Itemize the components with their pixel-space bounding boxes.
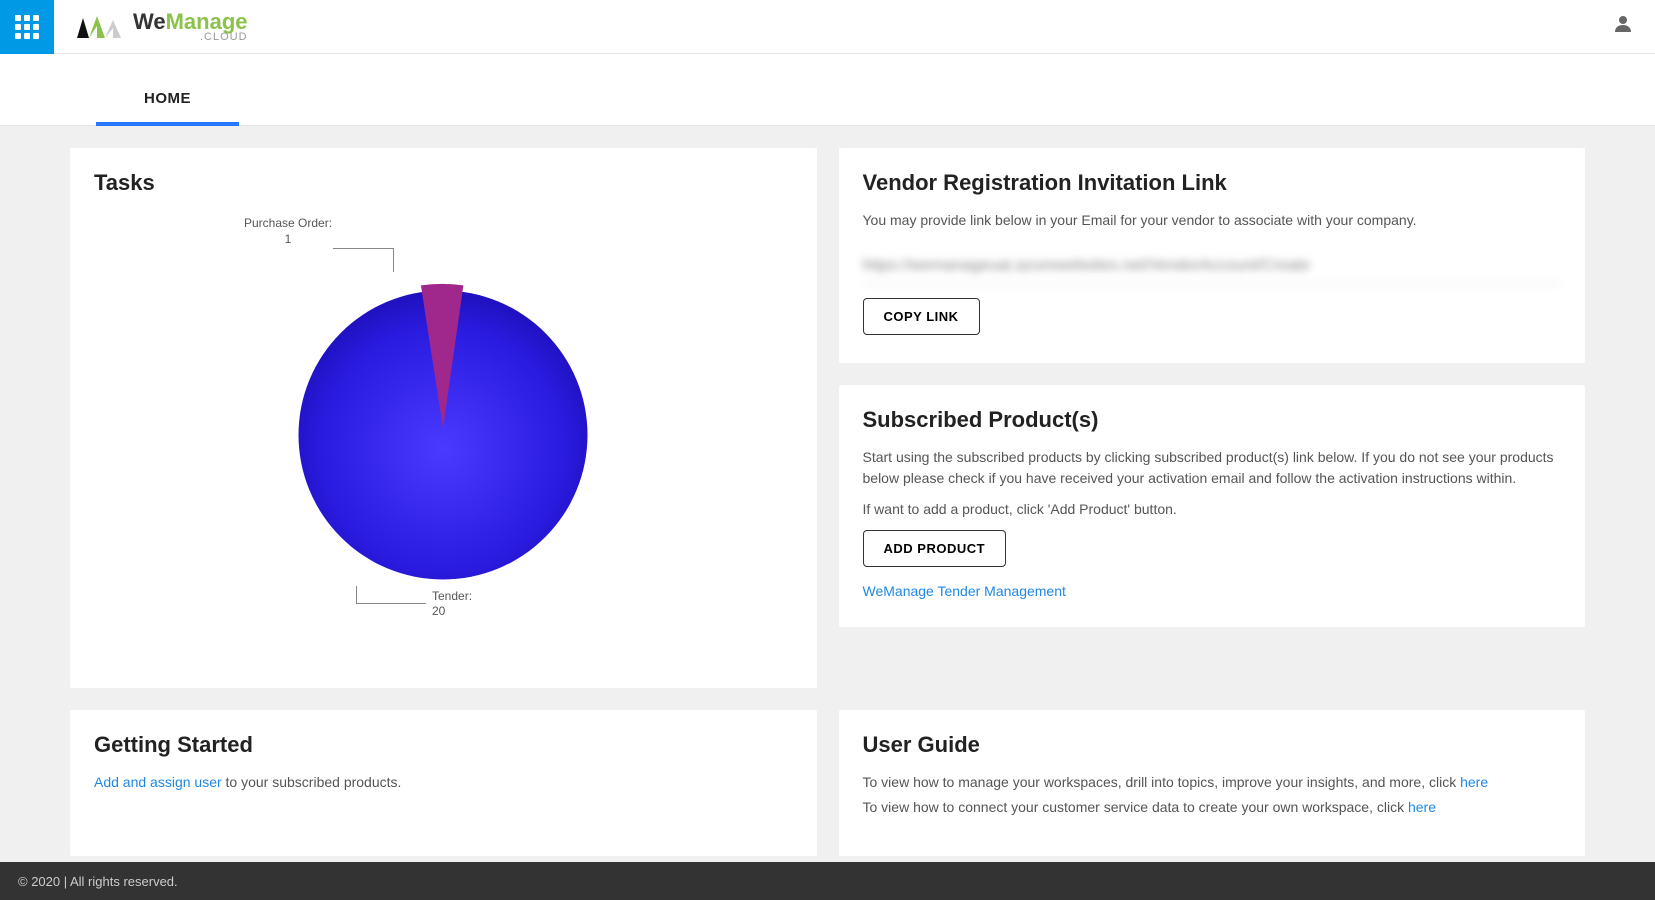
user-guide-line2-text: To view how to connect your customer ser… [863, 799, 1408, 815]
brand-text-we: We [133, 9, 166, 34]
vendor-registration-card: Vendor Registration Invitation Link You … [839, 148, 1586, 363]
copy-link-button[interactable]: COPY LINK [863, 298, 980, 335]
tab-home[interactable]: HOME [96, 90, 239, 125]
user-guide-card: User Guide To view how to manage your wo… [839, 710, 1586, 856]
footer-text: © 2020 | All rights reserved. [18, 874, 178, 889]
pie-callout-line [356, 603, 426, 604]
pie-label-tender: Tender: 20 [432, 589, 472, 620]
tasks-card: Tasks Purchase Order: 1 [70, 148, 817, 688]
vendor-link-field[interactable]: https://wemanageuat.azurewebsites.net/Ve… [863, 249, 1562, 284]
subscribed-title: Subscribed Product(s) [863, 407, 1562, 433]
top-header: WeManage .CLOUD [0, 0, 1655, 54]
tasks-title: Tasks [94, 170, 793, 196]
getting-started-rest: to your subscribed products. [222, 774, 402, 790]
pie-callout-line [333, 248, 393, 249]
footer: © 2020 | All rights reserved. [0, 862, 1655, 900]
apps-launcher-button[interactable] [0, 0, 54, 54]
user-guide-link1[interactable]: here [1460, 774, 1488, 790]
brand-logo-text: WeManage .CLOUD [133, 11, 248, 43]
tasks-pie-chart: Purchase Order: 1 [94, 210, 793, 660]
vendor-title: Vendor Registration Invitation Link [863, 170, 1562, 196]
getting-started-text: Add and assign user to your subscribed p… [94, 772, 793, 793]
brand-logo[interactable]: WeManage .CLOUD [69, 10, 248, 44]
pie-label-purchase-order: Purchase Order: 1 [244, 216, 332, 247]
user-guide-link2[interactable]: here [1408, 799, 1436, 815]
subscribed-products-card: Subscribed Product(s) Start using the su… [839, 385, 1586, 627]
vendor-desc: You may provide link below in your Email… [863, 210, 1562, 231]
user-guide-line1-text: To view how to manage your workspaces, d… [863, 774, 1461, 790]
pie-svg [273, 265, 613, 605]
main-content: Tasks Purchase Order: 1 [0, 126, 1655, 896]
brand-logo-icon [69, 10, 129, 44]
user-icon [1611, 12, 1635, 36]
getting-started-title: Getting Started [94, 732, 793, 758]
user-guide-title: User Guide [863, 732, 1562, 758]
add-product-button[interactable]: ADD PRODUCT [863, 530, 1007, 567]
brand-text-manage: Manage [166, 9, 248, 34]
subscribed-product-link[interactable]: WeManage Tender Management [863, 583, 1562, 599]
pie-callout-line [356, 586, 357, 604]
tab-bar: HOME [0, 54, 1655, 126]
getting-started-card: Getting Started Add and assign user to y… [70, 710, 817, 856]
user-guide-line1: To view how to manage your workspaces, d… [863, 772, 1562, 793]
pie-callout-line [393, 248, 394, 272]
user-guide-line2: To view how to connect your customer ser… [863, 797, 1562, 818]
apps-grid-icon [15, 15, 39, 39]
subscribed-desc1: Start using the subscribed products by c… [863, 447, 1562, 489]
add-assign-user-link[interactable]: Add and assign user [94, 774, 222, 790]
user-profile-button[interactable] [1611, 12, 1635, 41]
subscribed-desc2: If want to add a product, click 'Add Pro… [863, 499, 1562, 520]
